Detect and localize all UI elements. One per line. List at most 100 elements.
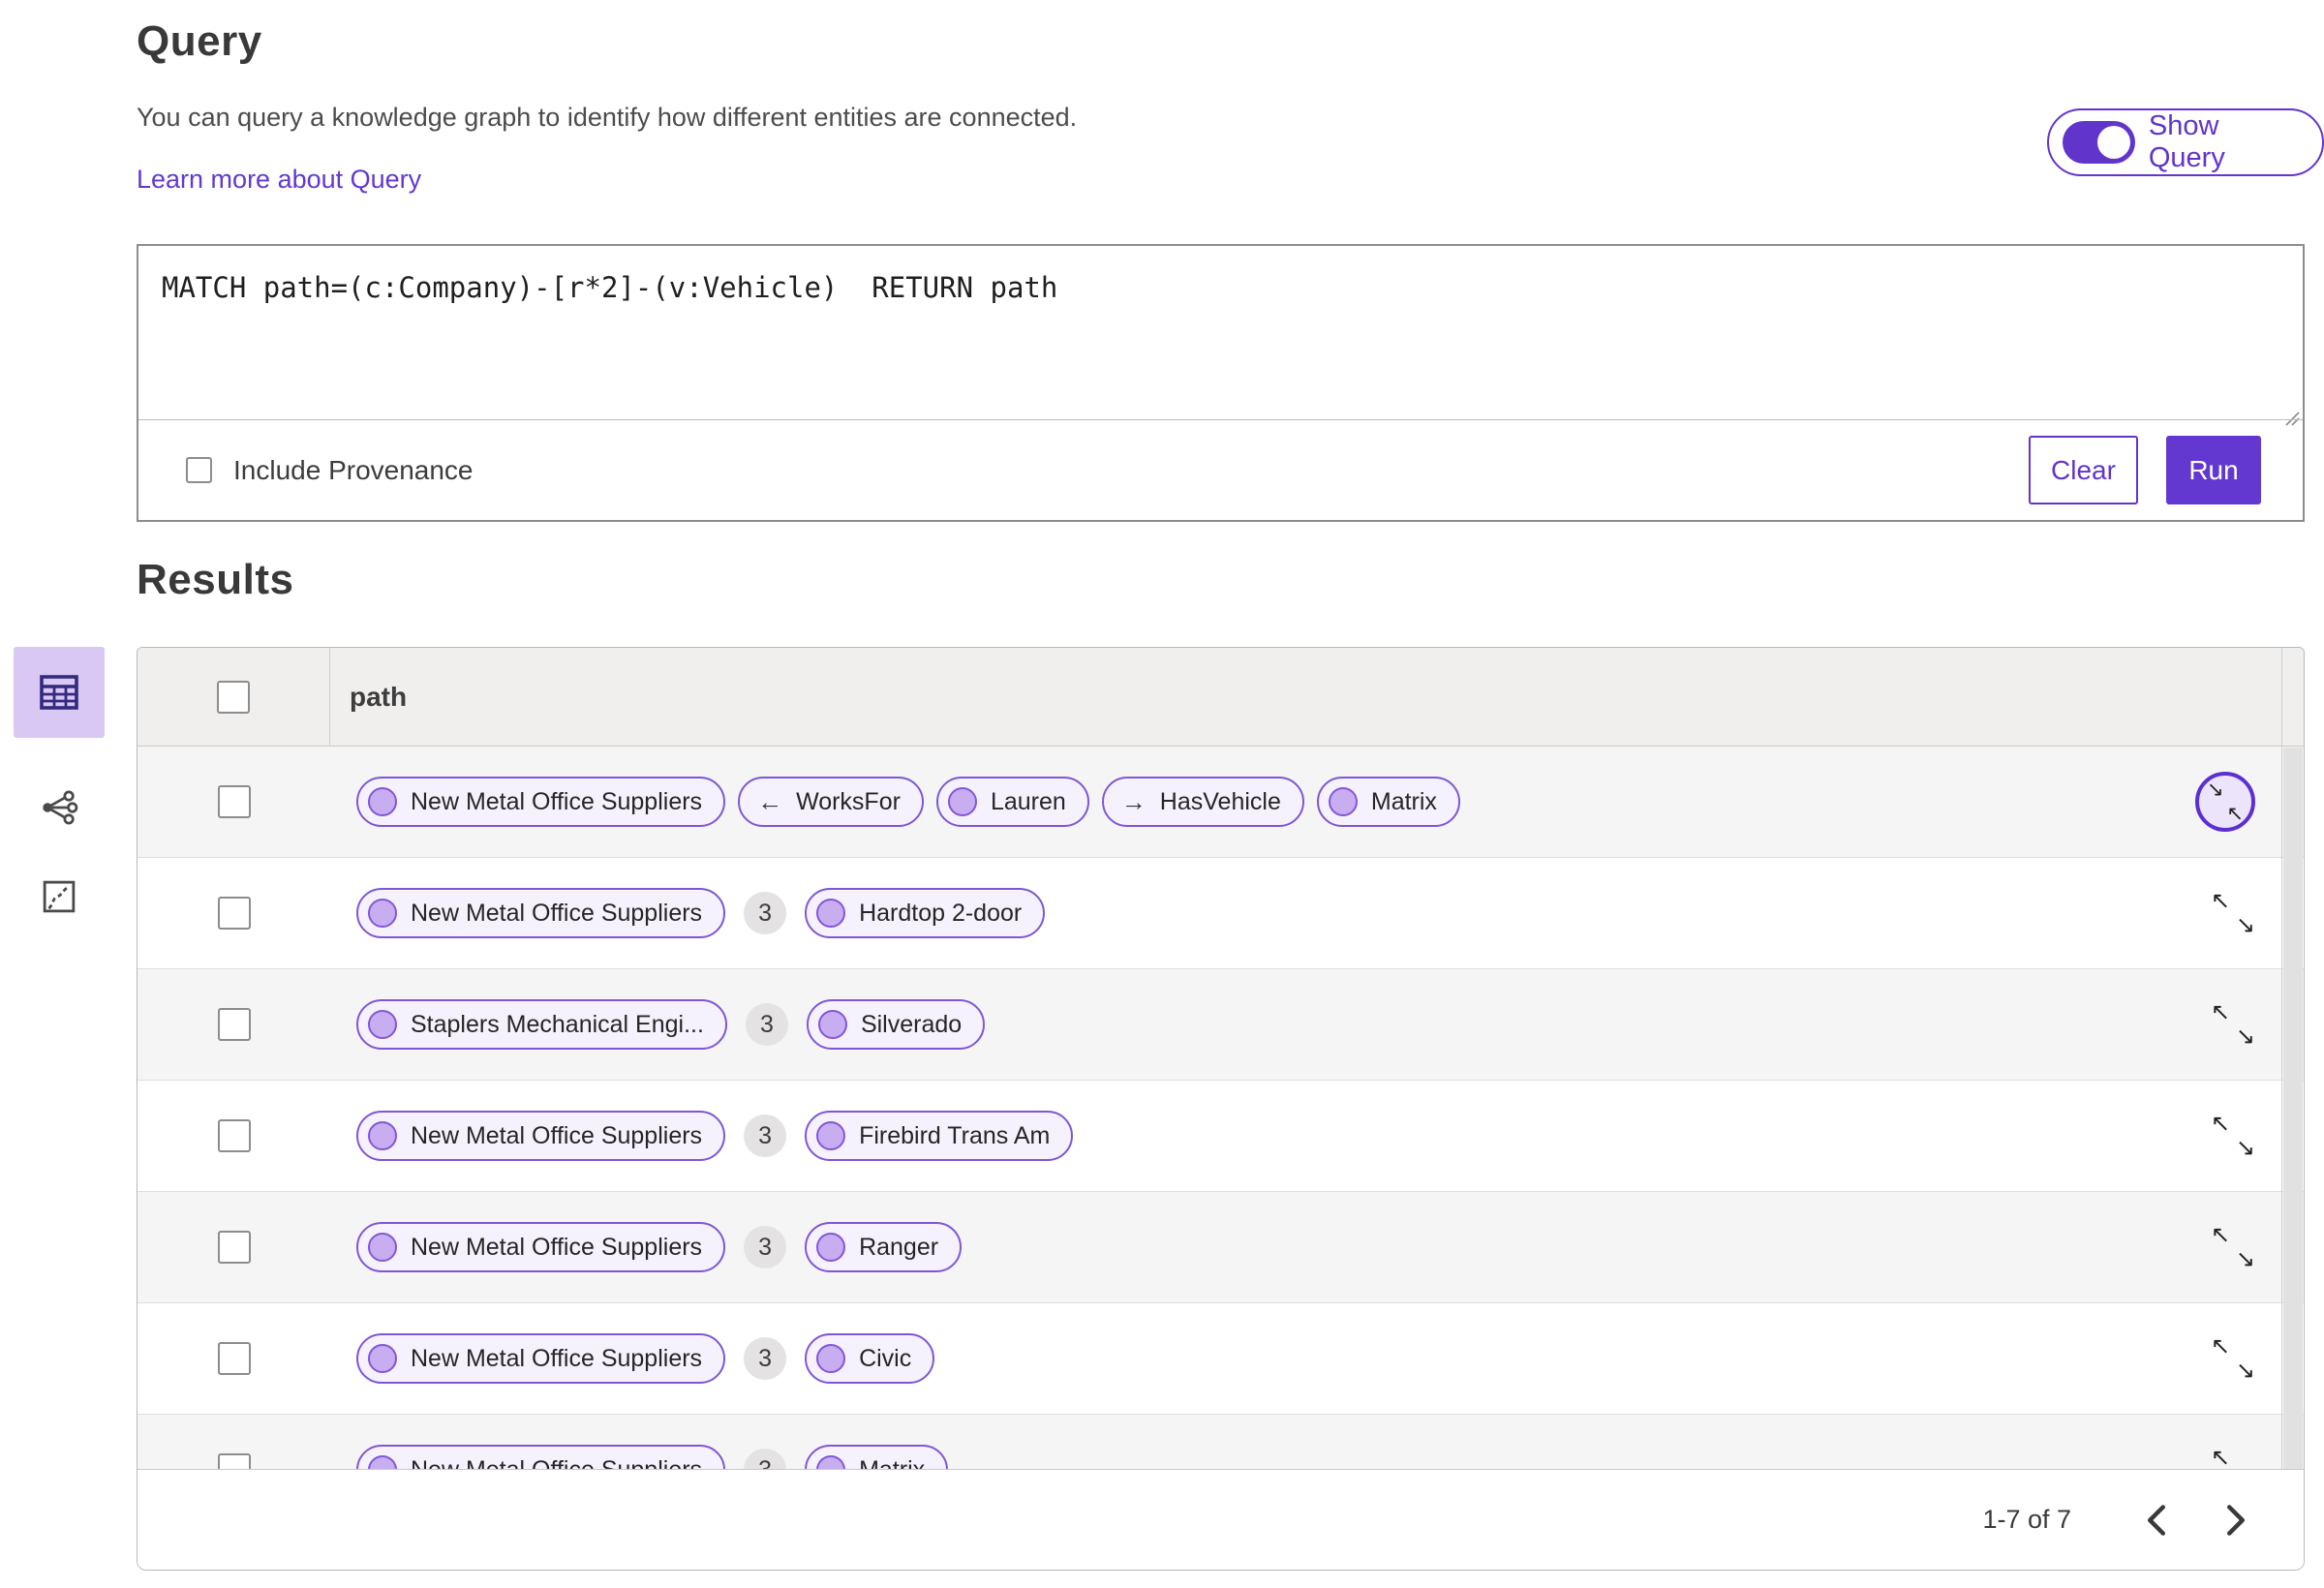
node-pill[interactable]: Silverado	[806, 999, 986, 1050]
expand-row-button[interactable]: ↖↘	[2211, 888, 2255, 938]
row-checkbox-cell	[138, 858, 330, 968]
chevron-left-icon	[2147, 1504, 2166, 1536]
pill-label: New Metal Office Suppliers	[411, 1121, 703, 1149]
pill-label: Matrix	[1370, 787, 1437, 815]
vertical-scrollbar[interactable]	[2281, 648, 2303, 1471]
pill-label: Silverado	[860, 1010, 963, 1038]
table-row: Staplers Mechanical Engi... 3 Silverado ↖ ↘	[138, 969, 2304, 1081]
run-button[interactable]: Run	[2166, 436, 2261, 504]
node-circle-icon	[816, 1233, 846, 1262]
path-cell: New Metal Office Suppliers ← WorksFor Laure…	[330, 777, 1460, 827]
row-checkbox[interactable]	[217, 785, 251, 818]
expand-row-button[interactable]: ↖↘	[2211, 1222, 2255, 1272]
include-provenance-checkbox[interactable]	[186, 457, 212, 483]
next-page-button[interactable]	[2207, 1491, 2265, 1549]
chevron-right-icon	[2226, 1504, 2246, 1536]
learn-more-link[interactable]: Learn more about Query	[137, 165, 421, 195]
map-icon	[43, 880, 76, 913]
node-pill[interactable]: Staplers Mechanical Engi...	[356, 999, 727, 1050]
graph-icon	[43, 790, 78, 825]
node-pill[interactable]: Civic	[805, 1333, 935, 1384]
node-pill[interactable]: New Metal Office Suppliers	[356, 1333, 726, 1384]
show-query-toggle[interactable]: Show Query	[2047, 108, 2324, 176]
query-panel-footer: Include Provenance Clear Run	[138, 419, 2303, 520]
node-circle-icon	[368, 787, 397, 816]
view-switcher-rail	[14, 647, 105, 928]
path-column-header: path	[350, 681, 408, 712]
query-input[interactable]: MATCH path=(c:Company)-[r*2]-(v:Vehicle)…	[138, 246, 2303, 419]
show-query-label: Show Query	[2148, 110, 2225, 173]
expand-arrows-icon: ↖↘	[2211, 1445, 2255, 1471]
collapse-row-button[interactable]: ↘ ↖	[2195, 772, 2255, 832]
path-cell: New Metal Office Suppliers 3 Hardtop 2-doo…	[330, 888, 1046, 938]
expand-row-button[interactable]: ↖↘	[2211, 1445, 2255, 1471]
path-cell: New Metal Office Suppliers 3 Civic	[330, 1333, 935, 1384]
node-circle-icon	[816, 1344, 846, 1373]
node-pill[interactable]: Ranger	[805, 1222, 963, 1272]
node-pill[interactable]: New Metal Office Suppliers	[356, 1445, 726, 1471]
row-checkbox-cell	[138, 1081, 330, 1191]
expand-row-button[interactable]: ↖↘	[2211, 999, 2255, 1050]
relationship-count-badge: 3	[744, 892, 787, 934]
table-header-row: path	[138, 648, 2304, 747]
pill-label: Hardtop 2-door	[859, 899, 1023, 927]
table-row: New Metal Office Suppliers 3 Hardtop 2-doo…	[138, 858, 2304, 969]
graph-view-button[interactable]	[14, 777, 105, 839]
table-view-button[interactable]	[14, 647, 105, 738]
node-circle-icon	[947, 787, 977, 816]
pill-label: New Metal Office Suppliers	[411, 1233, 703, 1261]
node-pill[interactable]: Lauren	[935, 777, 1089, 827]
expand-row-button[interactable]: ↖↘	[2211, 1333, 2255, 1384]
results-title: Results	[137, 556, 294, 603]
previous-page-button[interactable]	[2127, 1491, 2186, 1549]
pill-label: New Metal Office Suppliers	[411, 787, 703, 815]
node-pill[interactable]: Firebird Trans Am	[805, 1111, 1074, 1161]
row-checkbox[interactable]	[217, 1342, 251, 1375]
node-pill[interactable]: New Metal Office Suppliers	[356, 1111, 726, 1161]
row-checkbox-cell	[138, 1192, 330, 1302]
path-cell: New Metal Office Suppliers 3 Ranger	[330, 1222, 963, 1272]
row-checkbox[interactable]	[217, 1119, 251, 1152]
node-circle-icon	[816, 899, 846, 928]
arrow-right-icon: →	[1120, 786, 1147, 816]
row-checkbox[interactable]	[217, 897, 251, 930]
relationship-count-badge: 3	[744, 1226, 787, 1268]
relationship-count-badge: 3	[745, 1003, 788, 1046]
node-circle-icon	[368, 1233, 397, 1262]
node-pill[interactable]: Hardtop 2-door	[805, 888, 1046, 938]
select-all-checkbox[interactable]	[217, 680, 250, 714]
node-pill[interactable]: Matrix	[1316, 777, 1460, 827]
query-page: Query You can query a knowledge graph to…	[0, 0, 2324, 1588]
expand-arrows-icon: ↖↘	[2211, 1222, 2255, 1272]
row-checkbox[interactable]	[217, 1231, 251, 1264]
row-checkbox-cell	[138, 1415, 330, 1471]
node-pill[interactable]: New Metal Office Suppliers	[356, 777, 726, 827]
scrollbar-track[interactable]	[2283, 748, 2303, 1471]
expand-arrows-icon: ↖↘	[2211, 1333, 2255, 1384]
toggle-switch-icon[interactable]	[2063, 121, 2135, 164]
map-view-button[interactable]	[14, 866, 105, 928]
relationship-pill[interactable]: → HasVehicle	[1101, 777, 1304, 827]
page-description: You can query a knowledge graph to ident…	[137, 103, 1078, 132]
table-row: New Metal Office Suppliers ← WorksFor Laure…	[138, 747, 2304, 858]
node-pill[interactable]: New Metal Office Suppliers	[356, 1222, 726, 1272]
relationship-pill[interactable]: ← WorksFor	[738, 777, 924, 827]
pill-label: WorksFor	[796, 787, 901, 815]
clear-button[interactable]: Clear	[2029, 436, 2138, 504]
pagination-range-label: 1-7 of 7	[1982, 1505, 2071, 1534]
row-checkbox[interactable]	[217, 1008, 251, 1041]
results-table-body: New Metal Office Suppliers ← WorksFor Laure…	[138, 747, 2304, 1471]
toggle-knob	[2096, 126, 2130, 159]
table-icon	[40, 675, 78, 710]
row-checkbox-cell	[138, 747, 330, 857]
arrow-left-icon: ←	[757, 786, 783, 816]
node-pill[interactable]: Matrix	[805, 1445, 949, 1471]
path-cell: New Metal Office Suppliers 3 Firebird Tran…	[330, 1111, 1074, 1161]
results-table: path New Metal Office Suppliers ← WorksFor…	[137, 647, 2305, 1571]
header-checkbox-cell	[138, 648, 330, 746]
node-circle-icon	[1328, 787, 1358, 816]
expand-row-button[interactable]: ↖↘	[2211, 1111, 2255, 1161]
table-row: New Metal Office Suppliers 3 Ranger ↖ ↘	[138, 1192, 2304, 1303]
table-row: New Metal Office Suppliers 3 Civic ↖ ↘	[138, 1303, 2304, 1415]
node-pill[interactable]: New Metal Office Suppliers	[356, 888, 726, 938]
